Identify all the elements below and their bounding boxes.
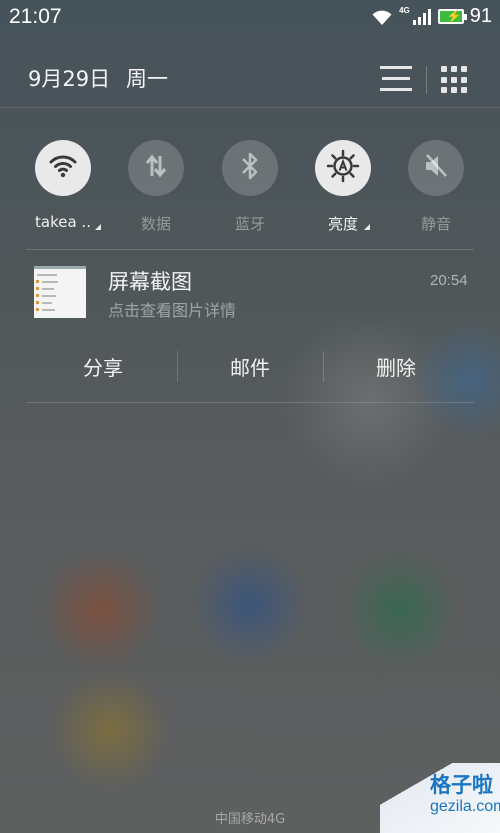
toggle-brightness[interactable] — [315, 140, 371, 196]
shade-header: 9月29日 周一 — [0, 50, 500, 106]
wifi-icon — [371, 8, 393, 26]
mute-icon — [421, 152, 451, 184]
bluetooth-icon — [239, 151, 261, 185]
grid-icon[interactable] — [441, 66, 469, 94]
auto-brightness-icon — [326, 149, 360, 187]
battery-charging-icon: ⚡ — [437, 9, 467, 24]
header-divider — [0, 107, 500, 108]
notification-time: 20:54 — [430, 272, 468, 289]
toggle-wifi[interactable] — [35, 140, 91, 196]
toggle-data[interactable] — [128, 140, 184, 196]
battery-level: 91 — [469, 5, 492, 27]
date-label: 9月29日 — [28, 67, 111, 91]
brightness-menu-caret-icon — [364, 224, 370, 230]
toggle-mute-label: 静音 — [420, 215, 451, 233]
status-time: 21:07 — [9, 5, 62, 28]
screenshot-thumbnail[interactable] — [34, 266, 86, 318]
network-type: 4G — [399, 6, 410, 15]
header-separator — [426, 66, 427, 94]
signal-icon — [412, 8, 432, 26]
toggle-wifi-label: takea .. — [35, 213, 91, 231]
wifi-menu-caret-icon — [95, 224, 101, 230]
share-button[interactable]: 分享 — [30, 352, 176, 381]
status-bar: 21:07 4G ⚡ 91 — [0, 0, 500, 34]
list-icon[interactable] — [380, 66, 412, 92]
blurred-home-background — [0, 0, 500, 833]
data-transfer-icon — [142, 152, 170, 184]
toggle-data-label: 数据 — [140, 215, 171, 233]
toggle-mute[interactable] — [408, 140, 464, 196]
toggle-brightness-label: 亮度 — [327, 215, 358, 233]
notification-top-divider — [26, 249, 474, 250]
watermark-url: gezila.com — [430, 798, 500, 815]
weekday-label: 周一 — [126, 67, 168, 91]
notification-bottom-divider — [26, 402, 474, 403]
watermark-title: 格子啦 — [430, 773, 493, 797]
notification-title[interactable]: 屏幕截图 — [108, 266, 192, 296]
toggle-bluetooth-label: 蓝牙 — [234, 215, 265, 233]
toggle-bluetooth[interactable] — [222, 140, 278, 196]
notification-subtitle: 点击查看图片详情 — [108, 301, 237, 320]
status-icons: 4G ⚡ 91 — [371, 5, 492, 28]
delete-button[interactable]: 删除 — [323, 352, 469, 381]
wifi-icon — [48, 154, 78, 182]
email-button[interactable]: 邮件 — [177, 352, 323, 381]
